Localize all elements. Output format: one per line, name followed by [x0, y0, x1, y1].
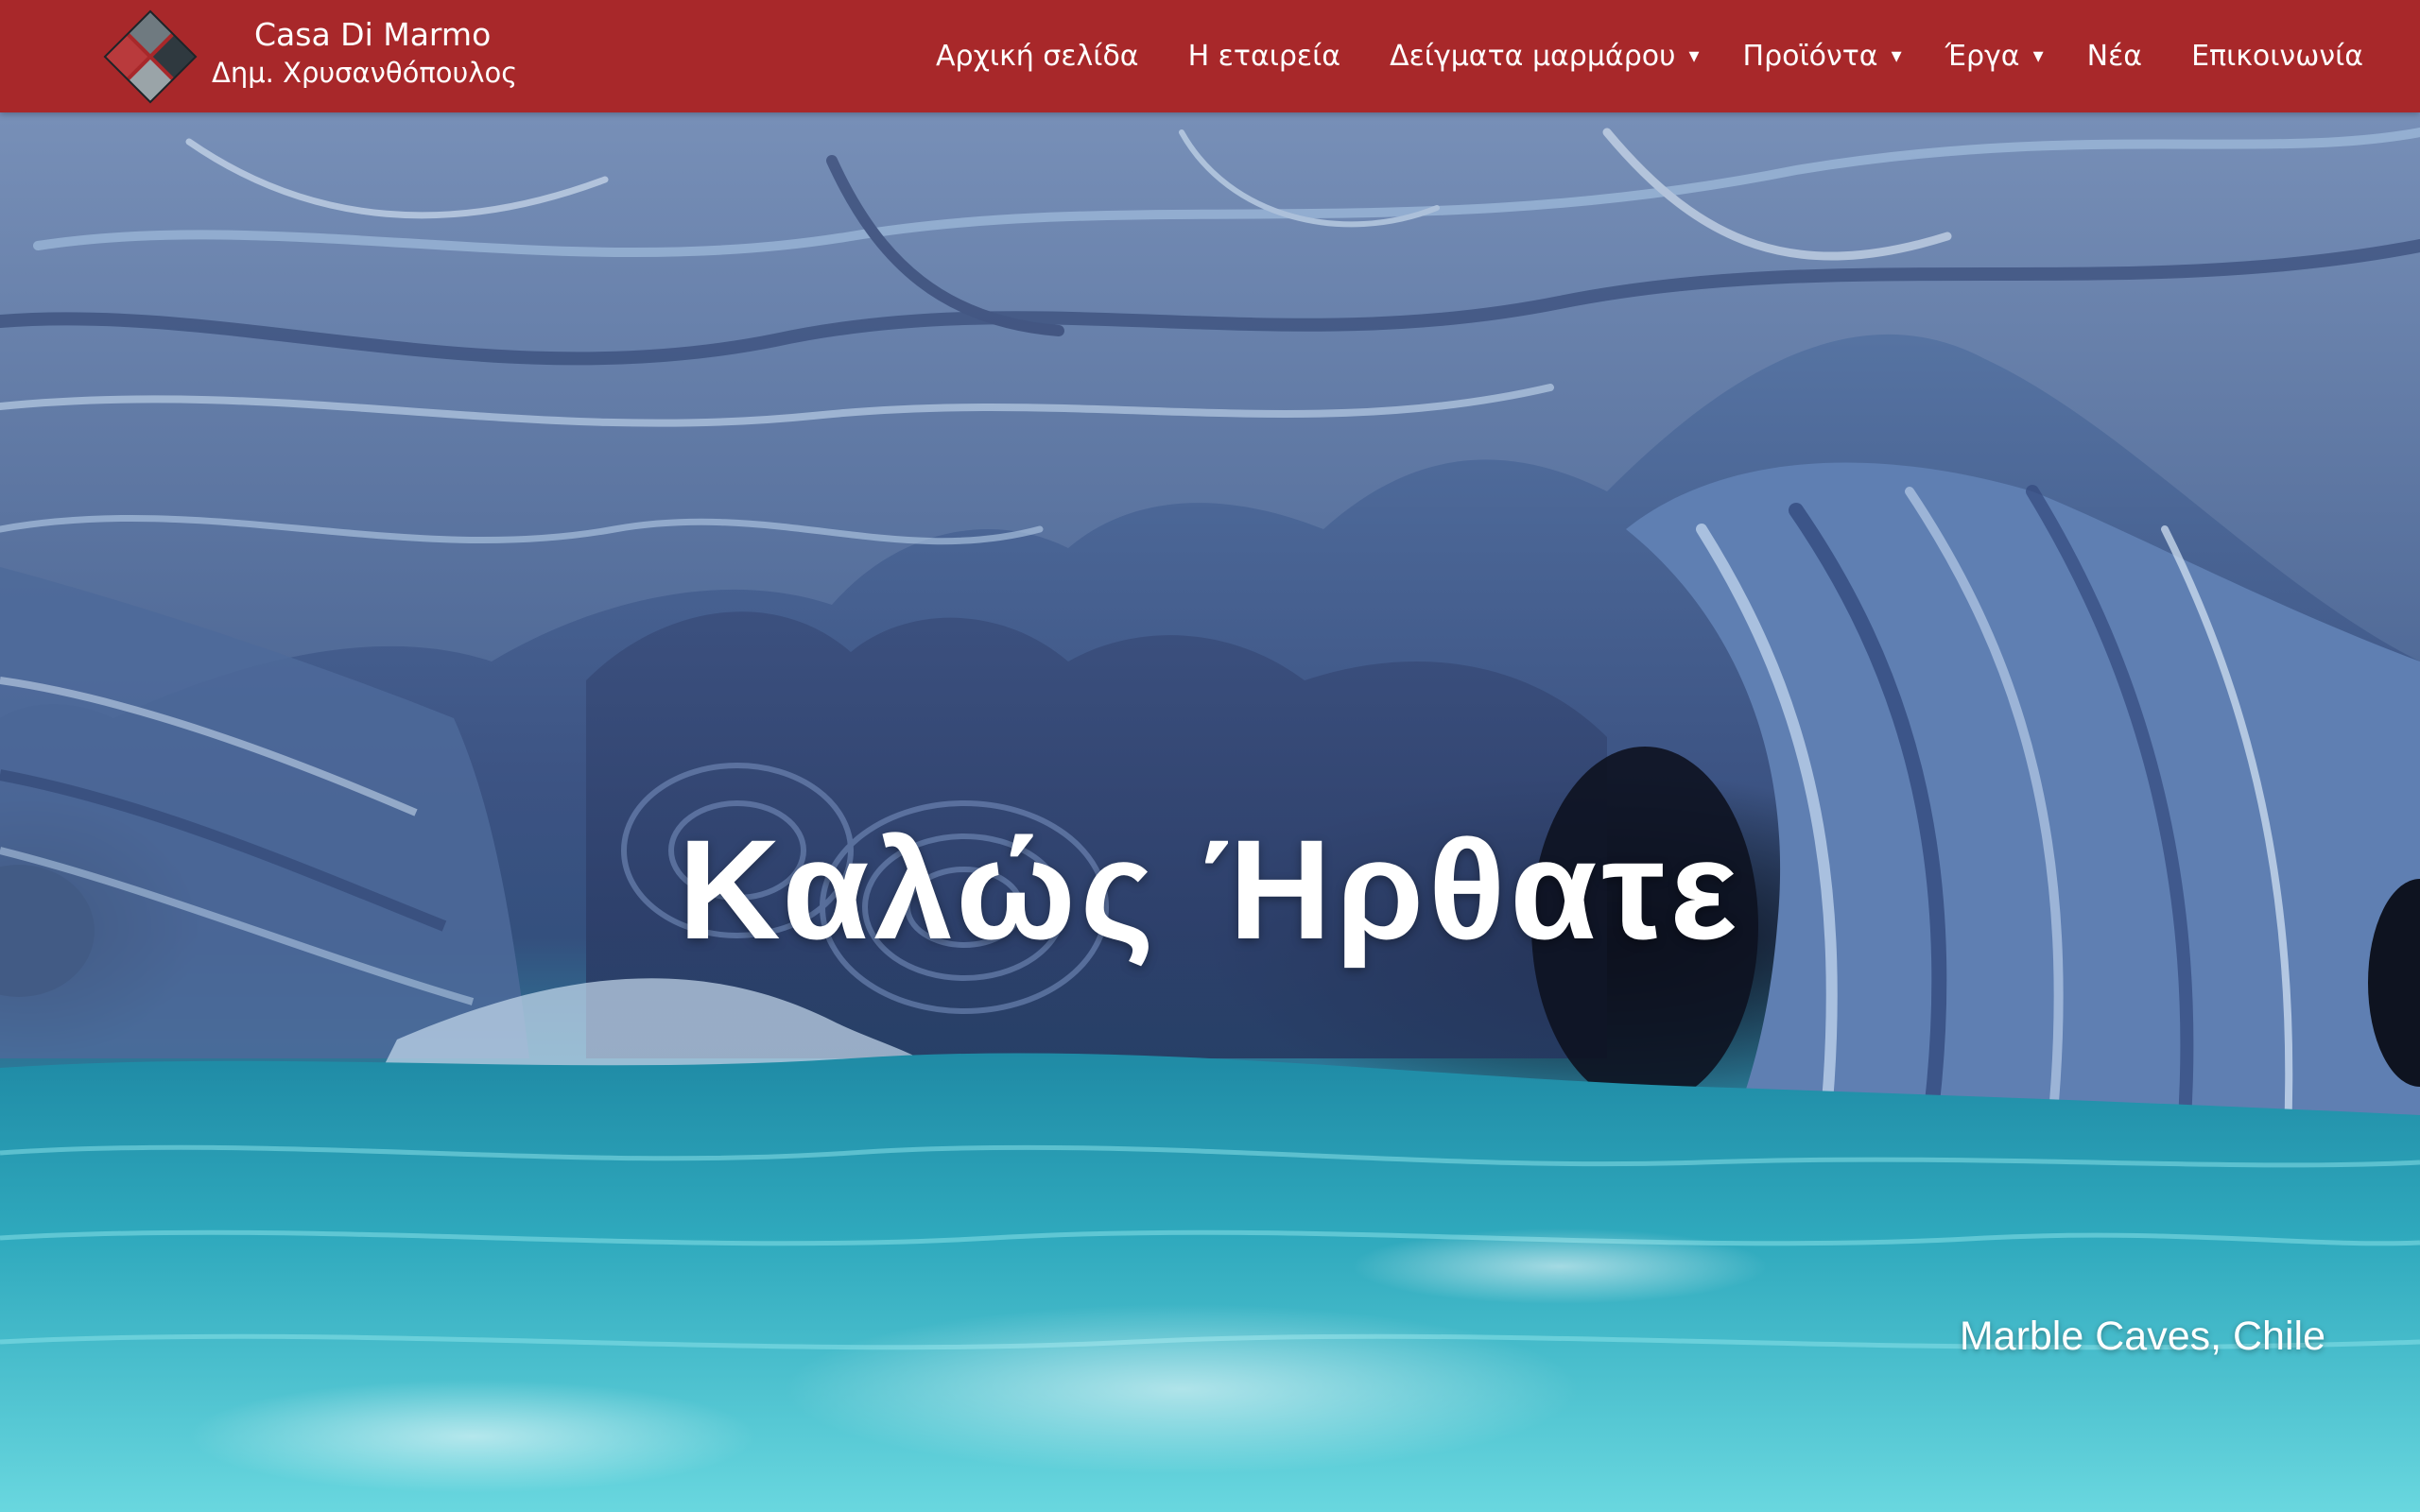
nav-item-home[interactable]: Αρχική σελίδα — [936, 40, 1139, 73]
marble-tiles-logo-icon — [103, 9, 198, 104]
nav-item-company[interactable]: Η εταιρεία — [1188, 40, 1340, 73]
hero-title: Καλώς Ήρθατε — [678, 809, 1742, 969]
nav-item-label: Δείγματα μαρμάρου — [1390, 40, 1676, 73]
hero-background-image — [0, 0, 2420, 1512]
logo-link[interactable]: Casa Di Marmo Δημ. Χρυσανθόπουλος — [98, 8, 543, 106]
site-header: Casa Di Marmo Δημ. Χρυσανθόπουλος Αρχική… — [0, 0, 2420, 112]
hero-caption: Marble Caves, Chile — [1959, 1314, 2325, 1359]
nav-item-label: Έργα — [1945, 40, 2020, 73]
brand-name: Casa Di Marmo — [254, 16, 492, 53]
nav-item-label: Νέα — [2086, 40, 2143, 73]
nav-item-label: Η εταιρεία — [1187, 40, 1341, 73]
nav-item-label: Επικοινωνία — [2191, 40, 2363, 73]
brand-owner: Δημ. Χρυσανθόπουλος — [212, 57, 518, 89]
nav-item-projects[interactable]: Έργα ▾ — [1945, 40, 2044, 73]
nav-item-contact[interactable]: Επικοινωνία — [2191, 40, 2363, 73]
caret-down-icon: ▾ — [2032, 43, 2044, 68]
page: Casa Di Marmo Δημ. Χρυσανθόπουλος Αρχική… — [0, 0, 2420, 1512]
nav-item-marble-samples[interactable]: Δείγματα μαρμάρου ▾ — [1390, 40, 1699, 73]
caret-down-icon: ▾ — [1891, 43, 1902, 68]
nav-item-news[interactable]: Νέα — [2087, 40, 2142, 73]
marble-cave-illustration — [0, 104, 2420, 1512]
nav-item-label: Αρχική σελίδα — [936, 40, 1139, 73]
nav-item-label: Προϊόντα — [1742, 40, 1878, 73]
nav-item-products[interactable]: Προϊόντα ▾ — [1743, 40, 1902, 73]
caret-down-icon: ▾ — [1688, 43, 1700, 68]
main-nav: Αρχική σελίδα Η εταιρεία Δείγματα μαρμάρ… — [936, 0, 2363, 112]
